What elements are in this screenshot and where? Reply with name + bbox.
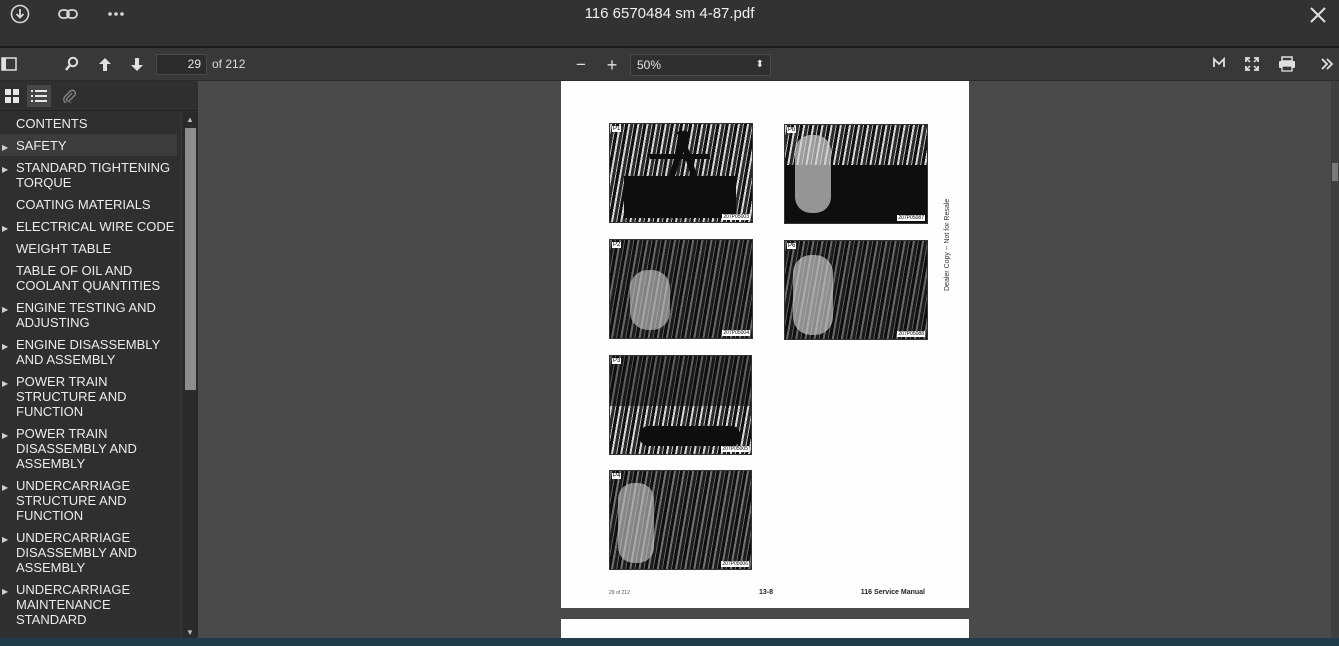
- outline-item-undercarriage-maintenance[interactable]: ▶ UNDERCARRIAGE MAINTENANCE STANDARD: [0, 578, 181, 630]
- viewer-scrollbar[interactable]: [1331, 81, 1339, 646]
- taskbar-strip: [0, 638, 1339, 646]
- outline-item-label: ENGINE DISASSEMBLY AND ASSEMBLY: [16, 337, 161, 367]
- sidebar: CONTENTS ▶ SAFETY ▶ STANDARD TIGHTENING TO…: [0, 81, 198, 646]
- outline-item-label: POWER TRAIN STRUCTURE AND FUNCTION: [16, 374, 127, 419]
- next-page-icon[interactable]: [129, 56, 145, 74]
- presentation-mode-icon[interactable]: [1211, 56, 1227, 74]
- expand-arrow-icon[interactable]: ▶: [2, 480, 8, 495]
- fullscreen-icon[interactable]: [1244, 56, 1260, 74]
- side-watermark-text: Dealer Copy -- Not for Resale: [944, 198, 951, 291]
- viewer-scroll-thumb[interactable]: [1332, 163, 1338, 181]
- outline-item-power-train-structure[interactable]: ▶ POWER TRAIN STRUCTURE AND FUNCTION: [0, 370, 181, 422]
- page-number-input[interactable]: 29: [156, 54, 207, 75]
- outline-item-label: TABLE OF OIL AND COOLANT QUANTITIES: [16, 263, 161, 293]
- outline-item-label: STANDARD TIGHTENING TORQUE: [16, 160, 171, 190]
- page-footer-count: 29 of 212: [609, 590, 630, 596]
- figure-code: 207P05088: [897, 331, 925, 337]
- figure-photo: P4 207P05006: [609, 470, 752, 570]
- updown-caret-icon: ⬍: [755, 59, 764, 70]
- previous-page-icon[interactable]: [97, 56, 113, 74]
- expand-arrow-icon[interactable]: ▶: [2, 584, 8, 599]
- title-bar: 116 6570484 sm 4-87.pdf: [0, 0, 1339, 46]
- page-count: of 212: [212, 57, 246, 71]
- pdf-toolbar: 29 of 212 − + 50% ⬍: [0, 46, 1339, 81]
- outline-item-tightening-torque[interactable]: ▶ STANDARD TIGHTENING TORQUE: [0, 156, 181, 193]
- figure-photo: P1 207P05003: [609, 123, 753, 223]
- outline-item-undercarriage-disassembly[interactable]: ▶ UNDERCARRIAGE DISASSEMBLY AND ASSEMBLY: [0, 526, 181, 578]
- figure-photo: P2 207P05004: [609, 239, 753, 339]
- outline-item-label: ELECTRICAL WIRE CODE: [16, 219, 175, 234]
- sidebar-tabs: [0, 81, 198, 111]
- expand-arrow-icon[interactable]: ▶: [2, 428, 8, 443]
- document-title: 116 6570484 sm 4-87.pdf: [584, 5, 755, 22]
- search-icon[interactable]: [64, 56, 80, 74]
- figure-label: P1: [612, 126, 622, 132]
- sidebar-scroll-thumb[interactable]: [185, 128, 196, 390]
- outline-item-label: WEIGHT TABLE: [16, 241, 112, 256]
- expand-arrow-icon[interactable]: ▶: [2, 376, 8, 391]
- figure-label: P6: [787, 243, 797, 249]
- outline-item-weight-table[interactable]: WEIGHT TABLE: [0, 237, 181, 259]
- expand-arrow-icon[interactable]: ▶: [2, 162, 8, 177]
- expand-arrow-icon[interactable]: ▶: [2, 140, 8, 155]
- zoom-in-button[interactable]: +: [604, 56, 620, 74]
- sidebar-scrollbar[interactable]: ▲ ▼: [181, 112, 198, 639]
- scroll-up-arrow-icon[interactable]: ▲: [182, 115, 198, 124]
- expand-arrow-icon[interactable]: ▶: [2, 532, 8, 547]
- figure-photo: P3 207P05005: [609, 355, 752, 455]
- outline-item-electrical-wire-code[interactable]: ▶ ELECTRICAL WIRE CODE: [0, 215, 181, 237]
- outline-list: CONTENTS ▶ SAFETY ▶ STANDARD TIGHTENING TO…: [0, 112, 181, 642]
- sidebar-toggle-icon[interactable]: [1, 56, 17, 74]
- outline-item-undercarriage-structure[interactable]: ▶ UNDERCARRIAGE STRUCTURE AND FUNCTION: [0, 474, 181, 526]
- expand-arrow-icon[interactable]: ▶: [2, 339, 8, 354]
- zoom-value: 50%: [637, 58, 662, 72]
- thumbnails-tab-icon[interactable]: [0, 85, 24, 107]
- figure-photo: P6 207P05088: [784, 240, 928, 340]
- outline-item-engine-testing[interactable]: ▶ ENGINE TESTING AND ADJUSTING: [0, 296, 181, 333]
- outline-item-label: SAFETY: [16, 138, 67, 153]
- figure-label: Pb: [787, 127, 797, 133]
- figure-code: 207P05003: [722, 214, 750, 220]
- document-viewer[interactable]: P1 207P05003 Pb 207P05087 P2 207P05004 P…: [198, 81, 1339, 646]
- outline-item-label: ENGINE TESTING AND ADJUSTING: [16, 300, 156, 330]
- zoom-select[interactable]: 50% ⬍: [630, 54, 771, 76]
- outline-item-oil-coolant[interactable]: TABLE OF OIL AND COOLANT QUANTITIES: [0, 259, 181, 296]
- tools-chevron-icon[interactable]: [1319, 56, 1335, 74]
- figure-photo: Pb 207P05087: [784, 124, 928, 224]
- expand-arrow-icon[interactable]: ▶: [2, 221, 8, 236]
- figure-code: 207P05004: [722, 330, 750, 336]
- outline-item-label: CONTENTS: [16, 116, 88, 131]
- outline-item-label: UNDERCARRIAGE MAINTENANCE STANDARD: [16, 582, 131, 627]
- outline-item-coating-materials[interactable]: COATING MATERIALS: [0, 193, 181, 215]
- outline-item-engine-disassembly[interactable]: ▶ ENGINE DISASSEMBLY AND ASSEMBLY: [0, 333, 181, 370]
- print-icon[interactable]: [1278, 56, 1296, 74]
- figure-label: P2: [612, 242, 622, 248]
- attachments-tab-icon[interactable]: [57, 85, 81, 107]
- figure-code: 207P05006: [721, 561, 749, 567]
- outline-item-label: UNDERCARRIAGE DISASSEMBLY AND ASSEMBLY: [16, 530, 137, 575]
- page-footer-number: 13-8: [759, 589, 774, 596]
- figure-label: P3: [612, 358, 622, 364]
- figure-code: 207P05005: [721, 446, 749, 452]
- figure-label: P4: [612, 473, 622, 479]
- outline-item-power-train-disassembly[interactable]: ▶ POWER TRAIN DISASSEMBLY AND ASSEMBLY: [0, 422, 181, 474]
- outline-tab-icon[interactable]: [27, 85, 51, 107]
- scroll-down-arrow-icon[interactable]: ▼: [182, 628, 198, 637]
- zoom-out-button[interactable]: −: [573, 56, 589, 74]
- figure-code: 207P05087: [897, 215, 925, 221]
- pdf-page: P1 207P05003 Pb 207P05087 P2 207P05004 P…: [561, 81, 969, 608]
- outline-item-contents[interactable]: CONTENTS: [0, 112, 181, 134]
- outline-item-label: POWER TRAIN DISASSEMBLY AND ASSEMBLY: [16, 426, 137, 471]
- close-icon[interactable]: [1309, 2, 1327, 30]
- outline-item-label: COATING MATERIALS: [16, 197, 151, 212]
- outline-item-safety[interactable]: ▶ SAFETY: [0, 134, 177, 156]
- expand-arrow-icon[interactable]: ▶: [2, 302, 8, 317]
- page-footer-manual: 116 Service Manual: [860, 589, 925, 596]
- outline-item-label: UNDERCARRIAGE STRUCTURE AND FUNCTION: [16, 478, 131, 523]
